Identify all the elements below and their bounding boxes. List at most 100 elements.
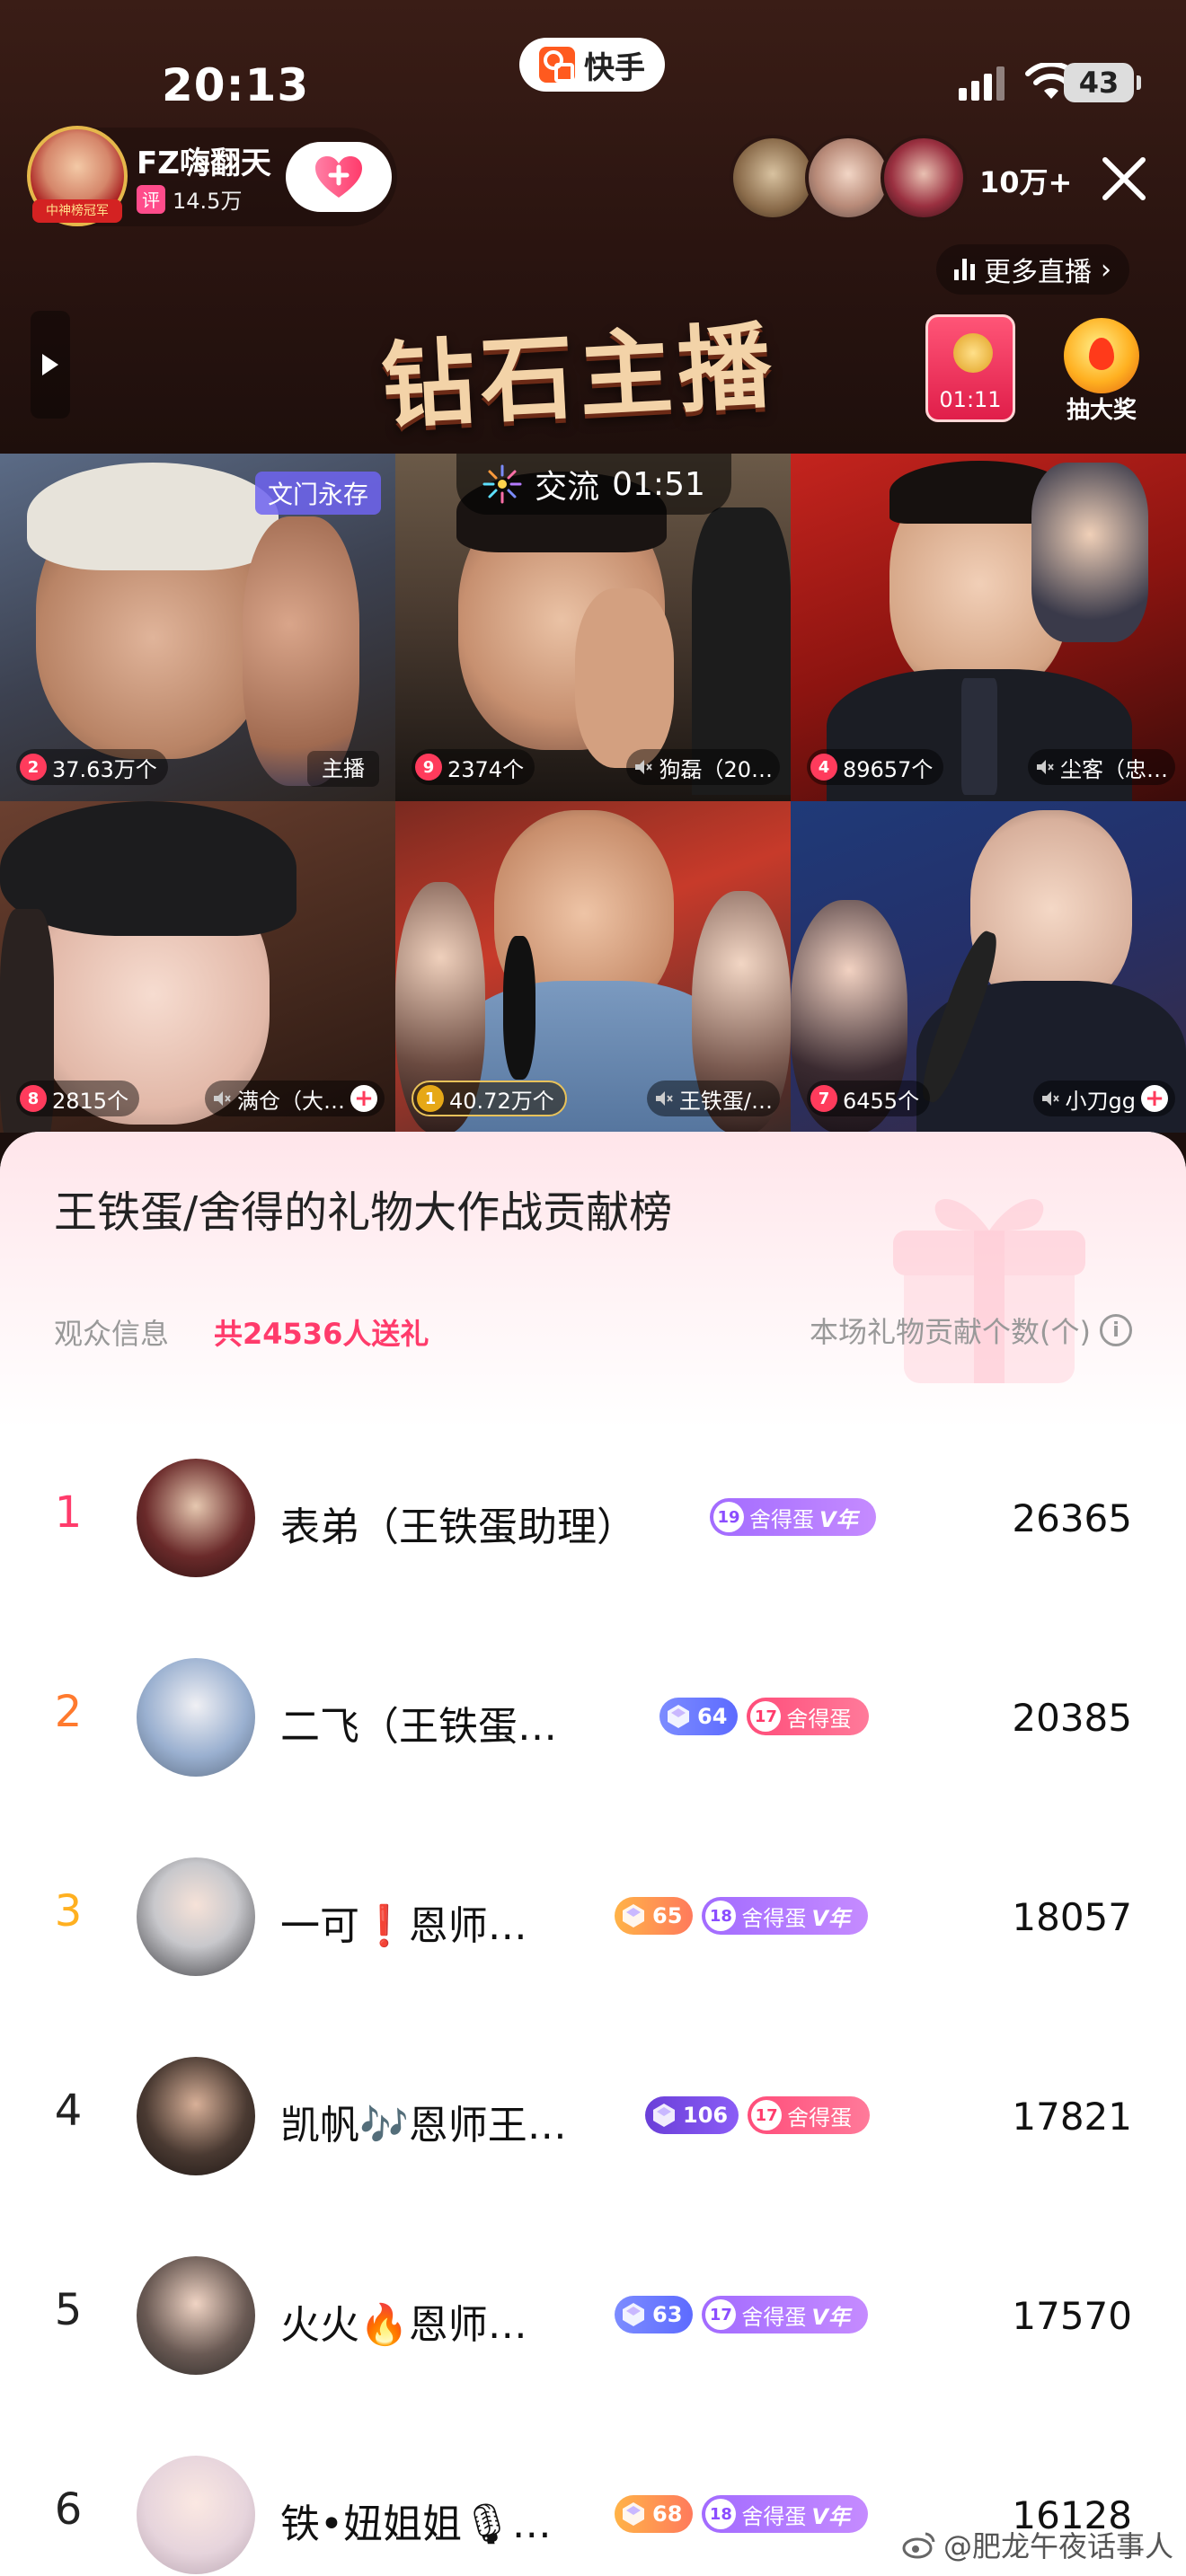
- user-badges: 19 舍得蛋 V年: [710, 1498, 876, 1536]
- lottery-button[interactable]: 抽大奖: [1048, 314, 1155, 424]
- follow-button[interactable]: [286, 142, 392, 212]
- ranking-row[interactable]: 3 一可❗恩师… 65 18 舍得蛋 V年 18057: [0, 1818, 1186, 2017]
- tile-badge: 文门永存: [254, 472, 381, 515]
- gem-icon: [668, 1705, 689, 1728]
- avatar[interactable]: [137, 1857, 255, 1976]
- cellular-signal-icon: [959, 65, 1005, 101]
- video-tile[interactable]: 8 2815个 满仓（大… +: [0, 801, 395, 1133]
- fan-club-badge: 17 舍得蛋 V年: [702, 2296, 868, 2333]
- video-tile[interactable]: 7 6455个 小刀gg +: [791, 801, 1186, 1133]
- top-viewer-avatars[interactable]: [730, 135, 967, 221]
- contribution-pill[interactable]: 7 6455个: [807, 1081, 931, 1116]
- viewer-avatar[interactable]: [805, 135, 891, 221]
- ranking-row[interactable]: 4 凯帆🎶恩师王… 106 17 舍得蛋 17821: [0, 2017, 1186, 2217]
- ranking-row[interactable]: 2 二飞（王铁蛋… 64 17 舍得蛋 20385: [0, 1619, 1186, 1818]
- wealth-level-badge: 106: [645, 2096, 739, 2134]
- fan-level: 17: [750, 1701, 782, 1732]
- contribution-pill[interactable]: 4 89657个: [807, 749, 944, 785]
- gift-box-icon: [893, 1199, 1085, 1383]
- contribution-pill[interactable]: 8 2815个: [16, 1081, 140, 1116]
- app-switch-pill[interactable]: 快手: [519, 38, 665, 92]
- rating-badge: 评: [137, 184, 165, 214]
- streamer-hand: [243, 516, 359, 786]
- muted-speaker-icon: [1041, 1091, 1059, 1106]
- avatar[interactable]: [137, 2256, 255, 2375]
- level-number: 64: [697, 1704, 728, 1729]
- ranking-row[interactable]: 5 火火🔥恩师… 63 17 舍得蛋 V年 17570: [0, 2217, 1186, 2416]
- tile-rank: 9: [415, 754, 442, 781]
- user-badges: 65 18 舍得蛋 V年: [615, 1897, 868, 1935]
- user-name[interactable]: 一可❗恩师…: [280, 1893, 527, 1951]
- tile-value: 89657个: [843, 756, 934, 782]
- battle-label: 交流: [535, 469, 600, 506]
- avatar[interactable]: [137, 1658, 255, 1777]
- vip-year-badge: V年: [819, 1506, 858, 1532]
- tile-value: 2374个: [447, 756, 525, 782]
- avatar[interactable]: [137, 2456, 255, 2574]
- streamer-hand: [575, 588, 674, 768]
- video-tile[interactable]: 4 89657个 尘客（忠…: [791, 454, 1186, 801]
- viewer-count[interactable]: 10万+: [979, 160, 1072, 201]
- contribution-sheet: 王铁蛋/舍得的礼物大作战贡献榜 观众信息 共24536人送礼 本场礼物贡献个数(…: [0, 1132, 1186, 2576]
- tile-bottom-bar: 9 2374个 狗磊（20…: [412, 747, 780, 787]
- avatar[interactable]: [137, 2057, 255, 2175]
- user-name[interactable]: 铁•妞姐姐🎙…: [280, 2492, 552, 2549]
- gem-icon: [623, 2502, 644, 2526]
- host-tag: 主播: [307, 751, 379, 787]
- contribution-pill[interactable]: 2 37.63万个: [16, 749, 168, 785]
- host-name[interactable]: FZ嗨翻天: [137, 138, 271, 182]
- expand-panel-arrow-icon[interactable]: [31, 311, 70, 419]
- user-name[interactable]: 表弟（王铁蛋助理）: [280, 1495, 636, 1552]
- tile-value: 2815个: [52, 1088, 129, 1114]
- fan-club-name: 舍得蛋: [787, 2104, 853, 2130]
- tile-bottom-bar: 1 40.72万个 王铁蛋/…: [412, 1079, 780, 1118]
- tile-name-pill[interactable]: 王铁蛋/…: [646, 1081, 780, 1116]
- video-tile[interactable]: 1 40.72万个 王铁蛋/…: [395, 801, 791, 1133]
- fan-club-badge: 18 舍得蛋 V年: [702, 2495, 868, 2533]
- red-envelope-button[interactable]: 01:11: [925, 314, 1015, 422]
- contribution-pill[interactable]: 9 2374个: [412, 749, 535, 785]
- level-number: 68: [652, 2501, 683, 2527]
- streamer-hair: [27, 463, 279, 570]
- tile-rank: 2: [20, 754, 47, 781]
- heart-plus-icon: [315, 156, 362, 198]
- bar-chart-icon: [954, 259, 975, 280]
- audience-info-label: 观众信息: [54, 1317, 170, 1351]
- tile-name-pill[interactable]: 小刀gg +: [1032, 1081, 1175, 1116]
- vip-year-badge: V年: [811, 2503, 850, 2529]
- tile-name-pill[interactable]: 尘客（忠…: [1028, 749, 1175, 785]
- add-follow-icon[interactable]: +: [1141, 1085, 1168, 1112]
- user-name[interactable]: 凯帆🎶恩师王…: [280, 2093, 567, 2150]
- tile-name-pill[interactable]: 满仓（大… +: [205, 1081, 385, 1116]
- fan-club-badge: 17 舍得蛋: [748, 2096, 871, 2134]
- tile-name-pill[interactable]: 狗磊（20…: [626, 749, 780, 785]
- level-number: 63: [652, 2302, 683, 2327]
- gem-icon: [623, 2303, 644, 2326]
- weibo-logo-icon: [902, 2532, 935, 2559]
- user-badges: 64 17 舍得蛋: [659, 1698, 870, 1735]
- fan-club-badge: 17 舍得蛋: [747, 1698, 870, 1735]
- status-time: 20:13: [162, 59, 310, 111]
- user-name[interactable]: 二飞（王铁蛋…: [280, 1694, 557, 1751]
- close-icon[interactable]: [1098, 153, 1150, 205]
- ranking-row[interactable]: 1 表弟（王铁蛋助理） 19 舍得蛋 V年 26365: [0, 1419, 1186, 1619]
- fan-club-name: 舍得蛋: [749, 1506, 814, 1532]
- tile-value: 37.63万个: [52, 756, 157, 782]
- more-live-button[interactable]: 更多直播 ›: [936, 244, 1129, 295]
- wealth-level-badge: 65: [615, 1897, 694, 1935]
- avatar[interactable]: [137, 1459, 255, 1577]
- video-tile[interactable]: 文门永存 2 37.63万个 主播: [0, 454, 395, 801]
- host-avatar-tag: 中神榜冠军: [32, 199, 122, 223]
- contribution-pill[interactable]: 1 40.72万个: [412, 1081, 567, 1116]
- viewer-avatar[interactable]: [730, 135, 816, 221]
- user-name[interactable]: 火火🔥恩师…: [280, 2292, 527, 2350]
- tile-value: 6455个: [843, 1088, 920, 1114]
- sheet-title: 王铁蛋/舍得的礼物大作战贡献榜: [54, 1187, 673, 1238]
- tile-name: 王铁蛋/…: [678, 1088, 773, 1114]
- ranking-list: 1 表弟（王铁蛋助理） 19 舍得蛋 V年 26365 2 二飞（王铁蛋… 64 17 舍得蛋 203…: [0, 1419, 1186, 2576]
- viewer-avatar[interactable]: [881, 135, 967, 221]
- add-follow-icon[interactable]: +: [350, 1085, 377, 1112]
- gem-icon: [653, 2104, 675, 2127]
- info-icon[interactable]: i: [1100, 1314, 1132, 1346]
- muted-speaker-icon: [214, 1091, 231, 1106]
